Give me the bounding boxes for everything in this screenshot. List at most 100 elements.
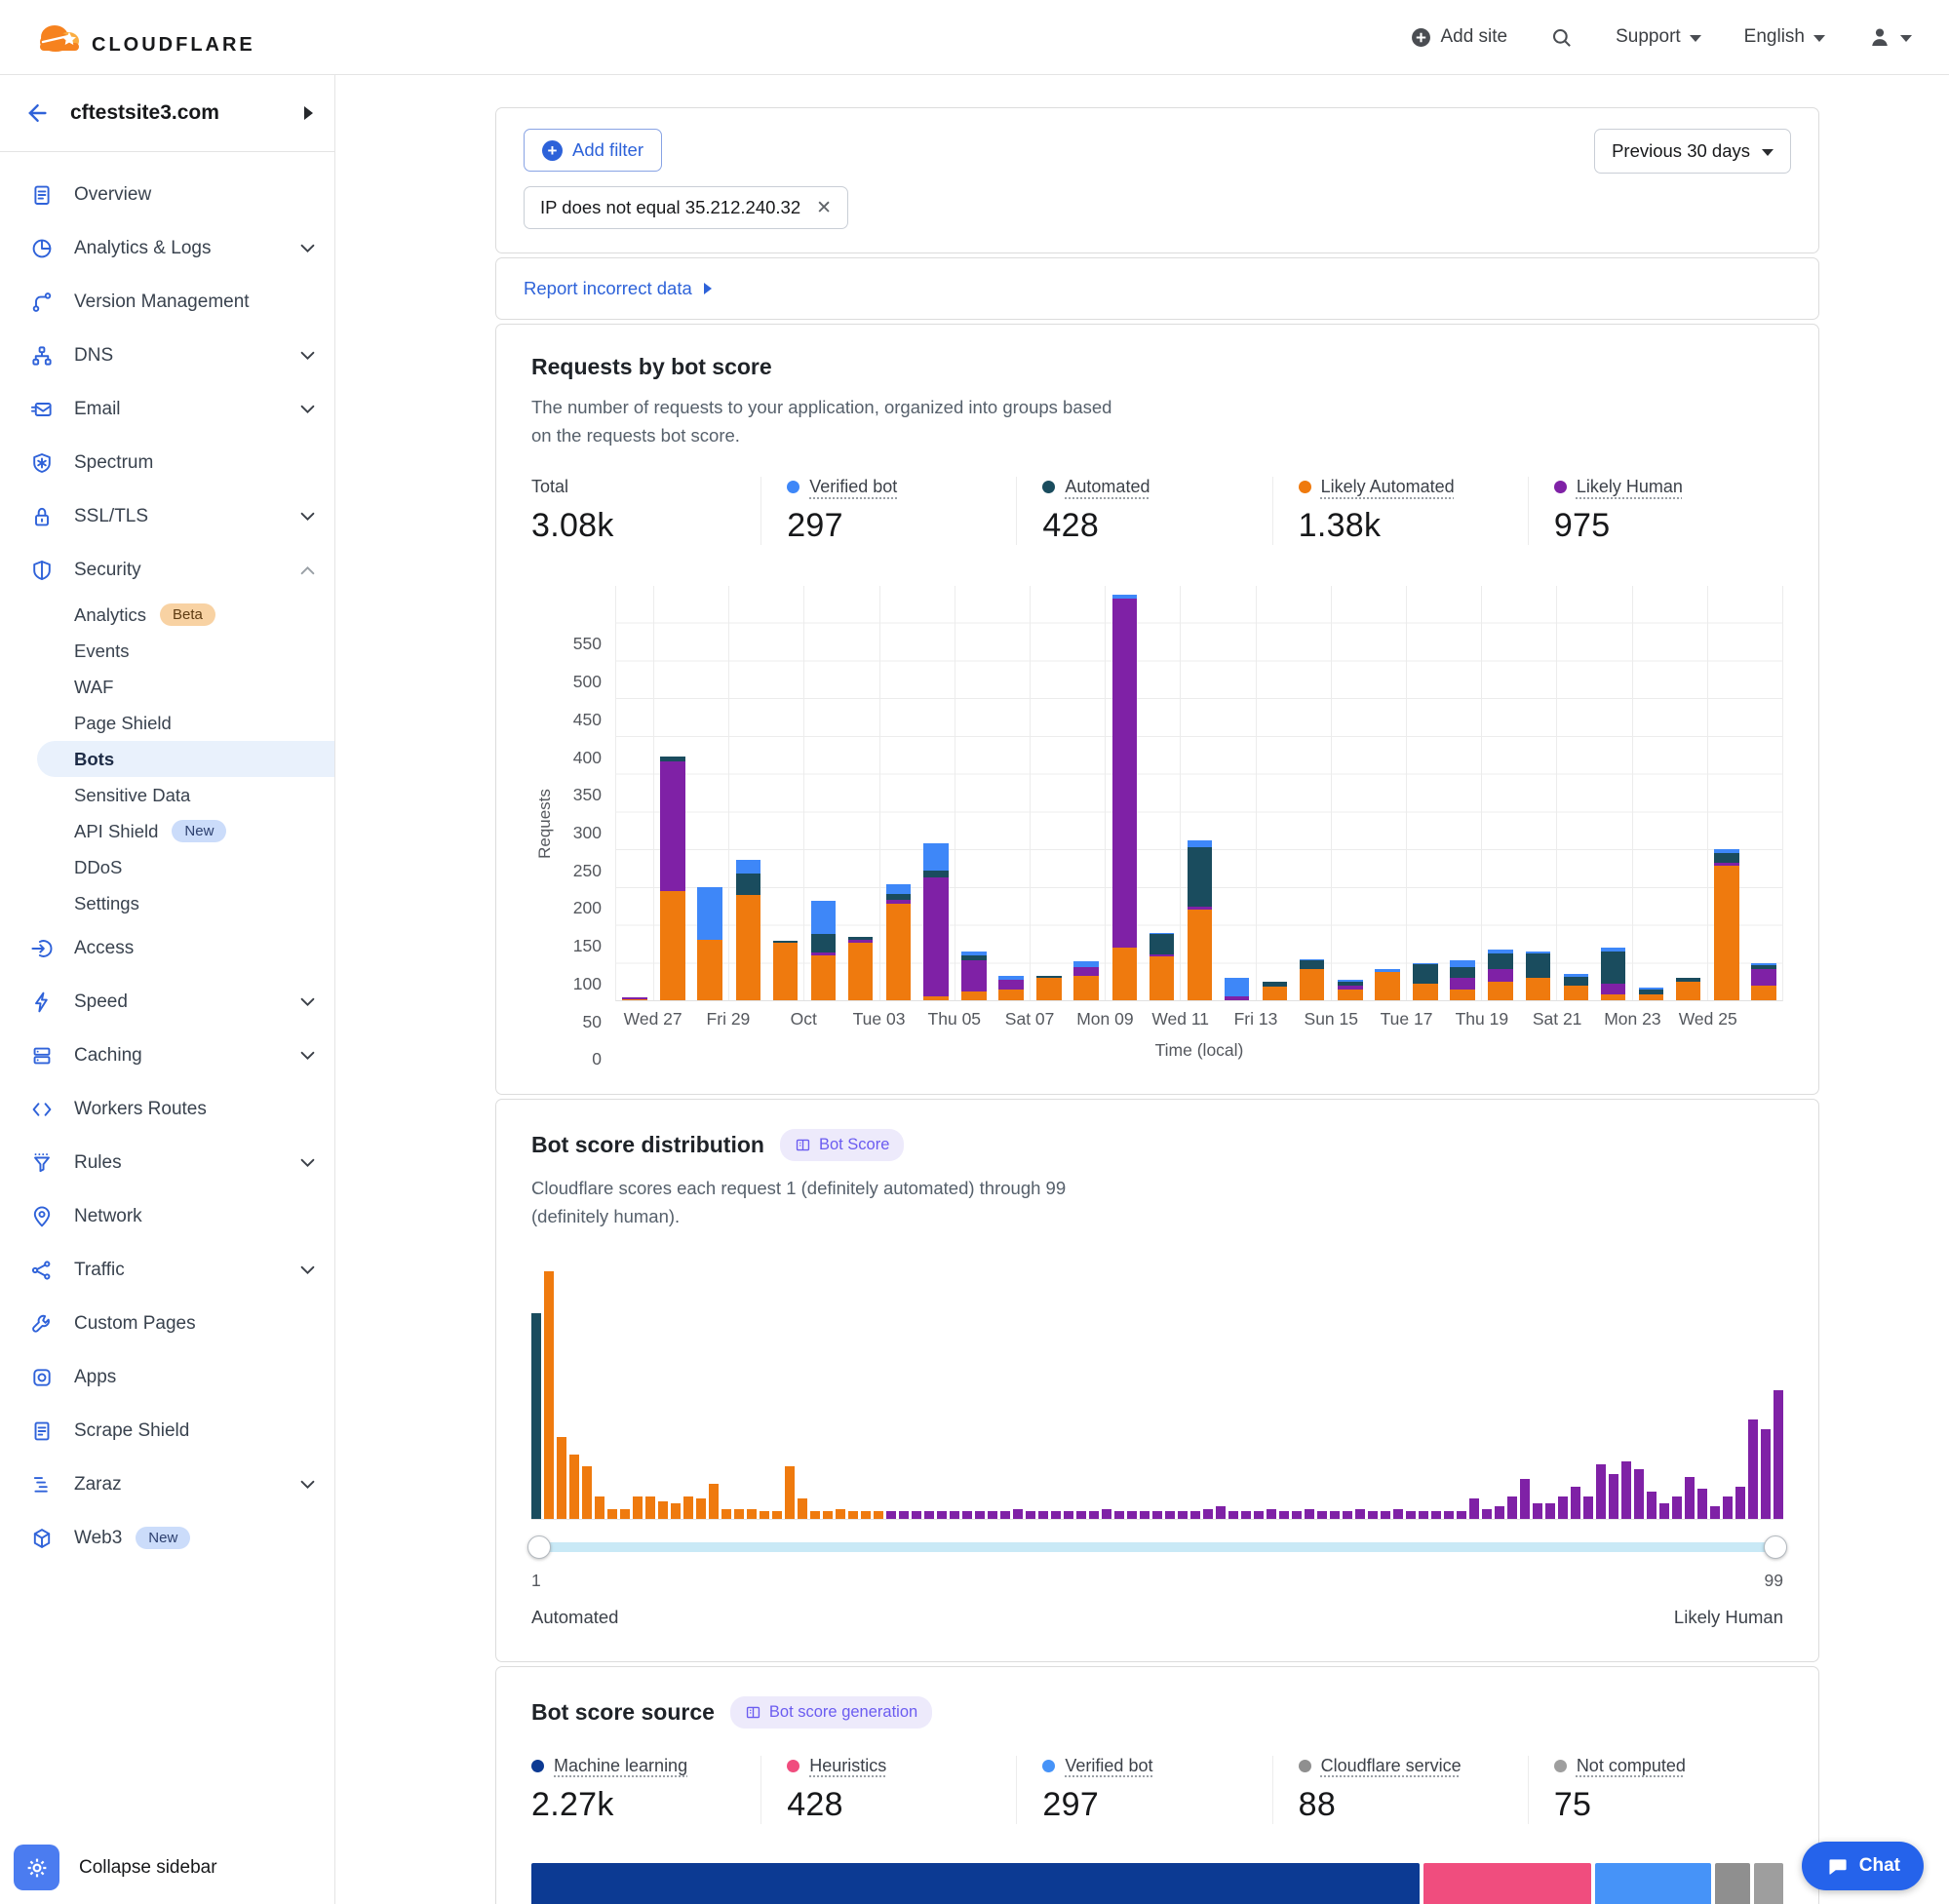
histogram-bar[interactable] bbox=[1761, 1429, 1771, 1518]
histogram-bar[interactable] bbox=[950, 1511, 959, 1519]
sidebar-item-zaraz[interactable]: Zaraz bbox=[0, 1457, 334, 1511]
bar-slot[interactable] bbox=[879, 586, 917, 1000]
sidebar-item-overview[interactable]: Overview bbox=[0, 168, 334, 221]
bot-score-doc-badge[interactable]: Bot Score bbox=[780, 1129, 904, 1161]
histogram-bar[interactable] bbox=[569, 1455, 579, 1519]
histogram-bar[interactable] bbox=[1343, 1511, 1352, 1519]
histogram-bar[interactable] bbox=[1748, 1419, 1758, 1519]
sidebar-item-scrape-shield[interactable]: Scrape Shield bbox=[0, 1404, 334, 1457]
bar-slot[interactable] bbox=[616, 586, 653, 1000]
histogram-bar[interactable] bbox=[595, 1496, 604, 1519]
histogram-bar[interactable] bbox=[1317, 1511, 1327, 1519]
histogram-bar[interactable] bbox=[810, 1511, 820, 1519]
account-menu[interactable] bbox=[1868, 25, 1912, 49]
histogram-bar[interactable] bbox=[1267, 1509, 1276, 1519]
histogram-bar[interactable] bbox=[671, 1503, 681, 1518]
histogram-bar[interactable] bbox=[1647, 1492, 1657, 1519]
histogram-bar[interactable] bbox=[1000, 1511, 1010, 1519]
sidebar-item-speed[interactable]: Speed bbox=[0, 975, 334, 1029]
histogram-bar[interactable] bbox=[886, 1511, 896, 1519]
histogram-bar[interactable] bbox=[912, 1511, 921, 1519]
histogram-bar[interactable] bbox=[760, 1511, 769, 1519]
histogram-bar[interactable] bbox=[1190, 1511, 1200, 1519]
histogram-bar[interactable] bbox=[1355, 1509, 1365, 1519]
histogram-bar[interactable] bbox=[1495, 1506, 1504, 1519]
histogram-bar[interactable] bbox=[1609, 1474, 1618, 1519]
histogram-bar[interactable] bbox=[1469, 1498, 1479, 1518]
histogram-bar[interactable] bbox=[1558, 1496, 1568, 1519]
slider-handle-min[interactable] bbox=[527, 1535, 551, 1559]
bar-slot[interactable] bbox=[1331, 586, 1369, 1000]
histogram-bar[interactable] bbox=[531, 1313, 541, 1519]
bar-slot[interactable] bbox=[1745, 586, 1782, 1000]
sidebar-item-traffic[interactable]: Traffic bbox=[0, 1243, 334, 1297]
histogram-bar[interactable] bbox=[1152, 1511, 1162, 1519]
bar-slot[interactable] bbox=[1180, 586, 1218, 1000]
bar-slot[interactable] bbox=[803, 586, 841, 1000]
histogram-bar[interactable] bbox=[1482, 1509, 1492, 1519]
bar-slot[interactable] bbox=[917, 586, 955, 1000]
remove-filter-icon[interactable]: ✕ bbox=[816, 199, 832, 217]
histogram-bar[interactable] bbox=[607, 1509, 617, 1519]
bar-slot[interactable] bbox=[1369, 586, 1406, 1000]
histogram-bar[interactable] bbox=[1279, 1511, 1289, 1519]
histogram-bar[interactable] bbox=[1697, 1489, 1707, 1518]
bar-slot[interactable] bbox=[1294, 586, 1331, 1000]
histogram-bar[interactable] bbox=[709, 1484, 719, 1519]
bar-slot[interactable] bbox=[1256, 586, 1294, 1000]
histogram-bar[interactable] bbox=[1330, 1511, 1340, 1519]
histogram-bar[interactable] bbox=[721, 1509, 731, 1519]
bar-slot[interactable] bbox=[728, 586, 766, 1000]
histogram-bar[interactable] bbox=[734, 1509, 744, 1519]
histogram-bar[interactable] bbox=[874, 1511, 883, 1519]
histogram-bar[interactable] bbox=[1051, 1511, 1061, 1519]
histogram-bar[interactable] bbox=[1228, 1511, 1238, 1519]
histogram-bar[interactable] bbox=[1381, 1511, 1390, 1519]
sidebar-item-web3[interactable]: Web3New bbox=[0, 1511, 334, 1565]
histogram-bar[interactable] bbox=[1685, 1477, 1695, 1519]
bar-slot[interactable] bbox=[1707, 586, 1745, 1000]
histogram-bar[interactable] bbox=[836, 1509, 845, 1519]
support-menu[interactable]: Support bbox=[1616, 26, 1701, 48]
histogram-bar[interactable] bbox=[823, 1511, 833, 1519]
histogram-bar[interactable] bbox=[1178, 1511, 1188, 1519]
histogram-bar[interactable] bbox=[1254, 1511, 1264, 1519]
histogram-bar[interactable] bbox=[861, 1511, 871, 1519]
histogram-bar[interactable] bbox=[683, 1496, 693, 1519]
bar-slot[interactable] bbox=[1406, 586, 1444, 1000]
expand-caret-icon[interactable] bbox=[704, 283, 712, 294]
histogram-bar[interactable] bbox=[937, 1511, 947, 1519]
histogram-bar[interactable] bbox=[1457, 1511, 1466, 1519]
language-menu[interactable]: English bbox=[1744, 26, 1825, 48]
histogram-bar[interactable] bbox=[962, 1511, 972, 1519]
histogram-bar[interactable] bbox=[1672, 1496, 1682, 1519]
sidebar-item-analytics[interactable]: AnalyticsBeta bbox=[0, 597, 334, 633]
quick-settings-button[interactable] bbox=[14, 1845, 59, 1890]
sidebar-item-security[interactable]: Security bbox=[0, 543, 334, 597]
cloudflare-logo[interactable]: CLOUDFLARE bbox=[29, 16, 255, 58]
add-filter-button[interactable]: + Add filter bbox=[524, 129, 662, 172]
bar-slot[interactable] bbox=[842, 586, 879, 1000]
histogram-bar[interactable] bbox=[1038, 1511, 1048, 1519]
histogram-bar[interactable] bbox=[1089, 1511, 1099, 1519]
slider-track[interactable] bbox=[531, 1542, 1783, 1552]
sidebar-item-spectrum[interactable]: Spectrum bbox=[0, 436, 334, 489]
histogram-bar[interactable] bbox=[899, 1511, 909, 1519]
sidebar-item-settings[interactable]: Settings bbox=[0, 885, 334, 921]
sidebar-item-custom-pages[interactable]: Custom Pages bbox=[0, 1297, 334, 1350]
histogram-bar[interactable] bbox=[544, 1271, 554, 1519]
histogram-bar[interactable] bbox=[772, 1511, 782, 1519]
bar-slot[interactable] bbox=[1444, 586, 1481, 1000]
back-arrow-icon[interactable] bbox=[25, 101, 49, 125]
bar-slot[interactable] bbox=[1556, 586, 1594, 1000]
histogram-bar[interactable] bbox=[1241, 1511, 1251, 1519]
histogram-bar[interactable] bbox=[1419, 1511, 1428, 1519]
histogram-bar[interactable] bbox=[1292, 1511, 1302, 1519]
add-site-button[interactable]: Add site bbox=[1411, 26, 1507, 48]
sidebar-item-caching[interactable]: Caching bbox=[0, 1029, 334, 1082]
bar-slot[interactable] bbox=[1481, 586, 1519, 1000]
histogram-bar[interactable] bbox=[1533, 1503, 1542, 1518]
bar-slot[interactable] bbox=[1670, 586, 1707, 1000]
bar-slot[interactable] bbox=[955, 586, 993, 1000]
histogram-bar[interactable] bbox=[1368, 1511, 1378, 1519]
